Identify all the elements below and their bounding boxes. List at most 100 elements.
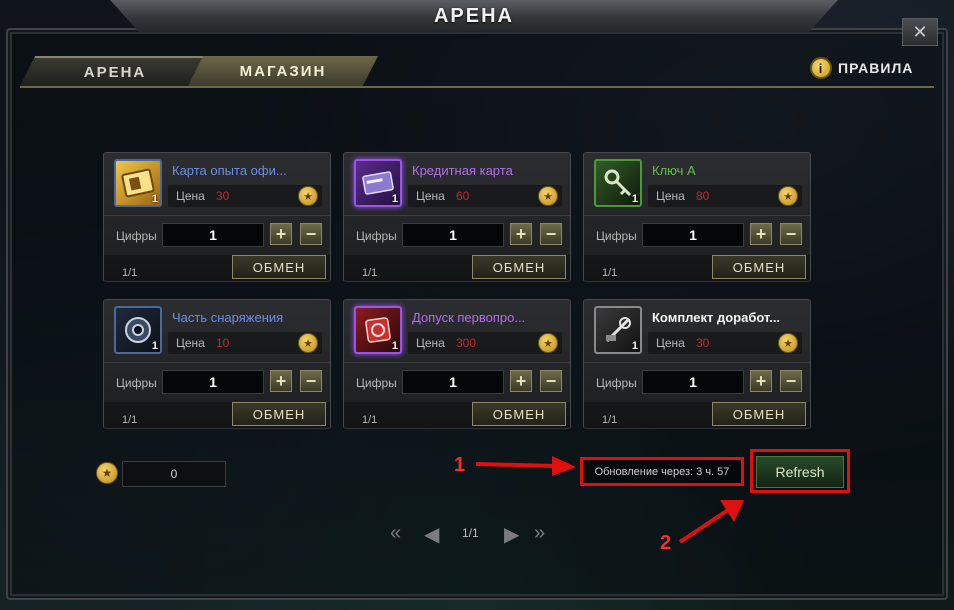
price-value: 300 bbox=[456, 336, 477, 350]
decrease-button[interactable]: − bbox=[780, 223, 802, 245]
price-row: Цена 10 ★ bbox=[168, 332, 322, 354]
annotation-number-2: 2 bbox=[660, 532, 672, 554]
digits-label: Цифры bbox=[116, 229, 157, 243]
shop-item-card: 1 Часть снаряжения Цена 10 ★ Цифры 1 + −… bbox=[103, 299, 331, 429]
chevron-right-icon: ▶ bbox=[504, 524, 520, 546]
divider bbox=[584, 362, 810, 363]
price-label: Цена bbox=[416, 336, 445, 350]
item-quantity: 1 bbox=[391, 193, 398, 205]
item-name: Комплект доработ... bbox=[652, 310, 781, 325]
decrease-button[interactable]: − bbox=[540, 370, 562, 392]
annotation-number-1: 1 bbox=[454, 454, 466, 476]
digits-label: Цифры bbox=[116, 376, 157, 390]
info-icon: i bbox=[810, 57, 832, 79]
amount-input[interactable]: 1 bbox=[642, 223, 744, 247]
last-page-button[interactable]: » bbox=[534, 522, 545, 545]
annotation-arrow-2 bbox=[678, 500, 744, 544]
tab-arena-label: АРЕНА bbox=[83, 63, 147, 81]
price-row: Цена 80 ★ bbox=[648, 185, 802, 207]
amount-input[interactable]: 1 bbox=[162, 370, 264, 394]
price-row: Цена 30 ★ bbox=[168, 185, 322, 207]
exchange-button[interactable]: ОБМЕН bbox=[472, 255, 566, 279]
upgrade-kit-icon[interactable]: 1 bbox=[594, 306, 642, 354]
window-title: АРЕНА bbox=[433, 4, 514, 27]
close-button[interactable]: ✕ bbox=[902, 18, 938, 46]
price-row: Цена 300 ★ bbox=[408, 332, 562, 354]
credit-card-icon[interactable]: 1 bbox=[354, 159, 402, 207]
decrease-button[interactable]: − bbox=[780, 370, 802, 392]
currency-balance: 0 bbox=[122, 461, 226, 487]
divider bbox=[104, 215, 330, 216]
coin-icon: ★ bbox=[778, 186, 798, 206]
increase-button[interactable]: + bbox=[750, 223, 772, 245]
exchange-button[interactable]: ОБМЕН bbox=[712, 255, 806, 279]
close-icon: ✕ bbox=[912, 21, 928, 42]
coin-icon: ★ bbox=[298, 186, 318, 206]
price-label: Цена bbox=[416, 189, 445, 203]
exchange-button[interactable]: ОБМЕН bbox=[472, 402, 566, 426]
increase-button[interactable]: + bbox=[270, 370, 292, 392]
divider bbox=[344, 215, 570, 216]
increase-button[interactable]: + bbox=[510, 370, 532, 392]
exchange-button[interactable]: ОБМЕН bbox=[232, 402, 326, 426]
refresh-button[interactable]: Refresh bbox=[756, 456, 844, 488]
chevron-left-icon: ◀ bbox=[424, 524, 440, 546]
increase-button[interactable]: + bbox=[510, 223, 532, 245]
increase-button[interactable]: + bbox=[270, 223, 292, 245]
tab-shop[interactable]: МАГАЗИН bbox=[188, 56, 378, 86]
prev-page-button[interactable]: ◀ bbox=[424, 522, 439, 547]
item-name: Ключ А bbox=[652, 163, 696, 178]
decrease-button[interactable]: − bbox=[300, 370, 322, 392]
shop-item-card: 1 Ключ А Цена 80 ★ Цифры 1 + − 1/1 ОБМЕН bbox=[583, 152, 811, 282]
amount-input[interactable]: 1 bbox=[402, 370, 504, 394]
item-name: Допуск первопро... bbox=[412, 310, 526, 325]
tab-arena[interactable]: АРЕНА bbox=[20, 56, 210, 86]
shop-item-card: 1 Допуск первопро... Цена 300 ★ Цифры 1 … bbox=[343, 299, 571, 429]
window-title-bar: АРЕНА bbox=[110, 0, 838, 32]
price-value: 10 bbox=[216, 336, 230, 350]
divider bbox=[584, 215, 810, 216]
shop-item-card: 1 Карта опыта офи... Цена 30 ★ Цифры 1 +… bbox=[103, 152, 331, 282]
stock-count: 1/1 bbox=[122, 414, 138, 426]
exchange-button[interactable]: ОБМЕН bbox=[712, 402, 806, 426]
exp-card-icon[interactable]: 1 bbox=[114, 159, 162, 207]
gear-part-icon[interactable]: 1 bbox=[114, 306, 162, 354]
pass-icon[interactable]: 1 bbox=[354, 306, 402, 354]
rules-button[interactable]: i ПРАВИЛА bbox=[810, 56, 913, 80]
stock-count: 1/1 bbox=[122, 267, 138, 279]
increase-button[interactable]: + bbox=[750, 370, 772, 392]
item-name: Кредитная карта bbox=[412, 163, 513, 178]
double-chevron-right-icon: » bbox=[534, 522, 546, 544]
stock-count: 1/1 bbox=[362, 267, 378, 279]
divider bbox=[104, 362, 330, 363]
coin-icon: ★ bbox=[778, 333, 798, 353]
shop-item-card: 1 Кредитная карта Цена 60 ★ Цифры 1 + − … bbox=[343, 152, 571, 282]
key-icon[interactable]: 1 bbox=[594, 159, 642, 207]
digits-label: Цифры bbox=[596, 376, 637, 390]
coin-icon: ★ bbox=[96, 462, 118, 484]
decrease-button[interactable]: − bbox=[540, 223, 562, 245]
coin-icon: ★ bbox=[298, 333, 318, 353]
item-quantity: 1 bbox=[151, 193, 158, 205]
rules-label: ПРАВИЛА bbox=[838, 60, 914, 76]
amount-input[interactable]: 1 bbox=[162, 223, 264, 247]
price-value: 60 bbox=[456, 189, 470, 203]
price-row: Цена 30 ★ bbox=[648, 332, 802, 354]
item-quantity: 1 bbox=[151, 340, 158, 352]
price-label: Цена bbox=[176, 189, 205, 203]
stock-count: 1/1 bbox=[362, 414, 378, 426]
decrease-button[interactable]: − bbox=[300, 223, 322, 245]
amount-input[interactable]: 1 bbox=[402, 223, 504, 247]
exchange-button[interactable]: ОБМЕН bbox=[232, 255, 326, 279]
digits-label: Цифры bbox=[596, 229, 637, 243]
divider bbox=[344, 362, 570, 363]
first-page-button[interactable]: « bbox=[390, 522, 401, 545]
double-chevron-left-icon: « bbox=[390, 522, 402, 544]
next-page-button[interactable]: ▶ bbox=[504, 522, 519, 547]
amount-input[interactable]: 1 bbox=[642, 370, 744, 394]
item-quantity: 1 bbox=[631, 340, 638, 352]
price-row: Цена 60 ★ bbox=[408, 185, 562, 207]
price-label: Цена bbox=[656, 189, 685, 203]
price-value: 30 bbox=[216, 189, 230, 203]
tab-shop-label: МАГАЗИН bbox=[239, 62, 327, 80]
